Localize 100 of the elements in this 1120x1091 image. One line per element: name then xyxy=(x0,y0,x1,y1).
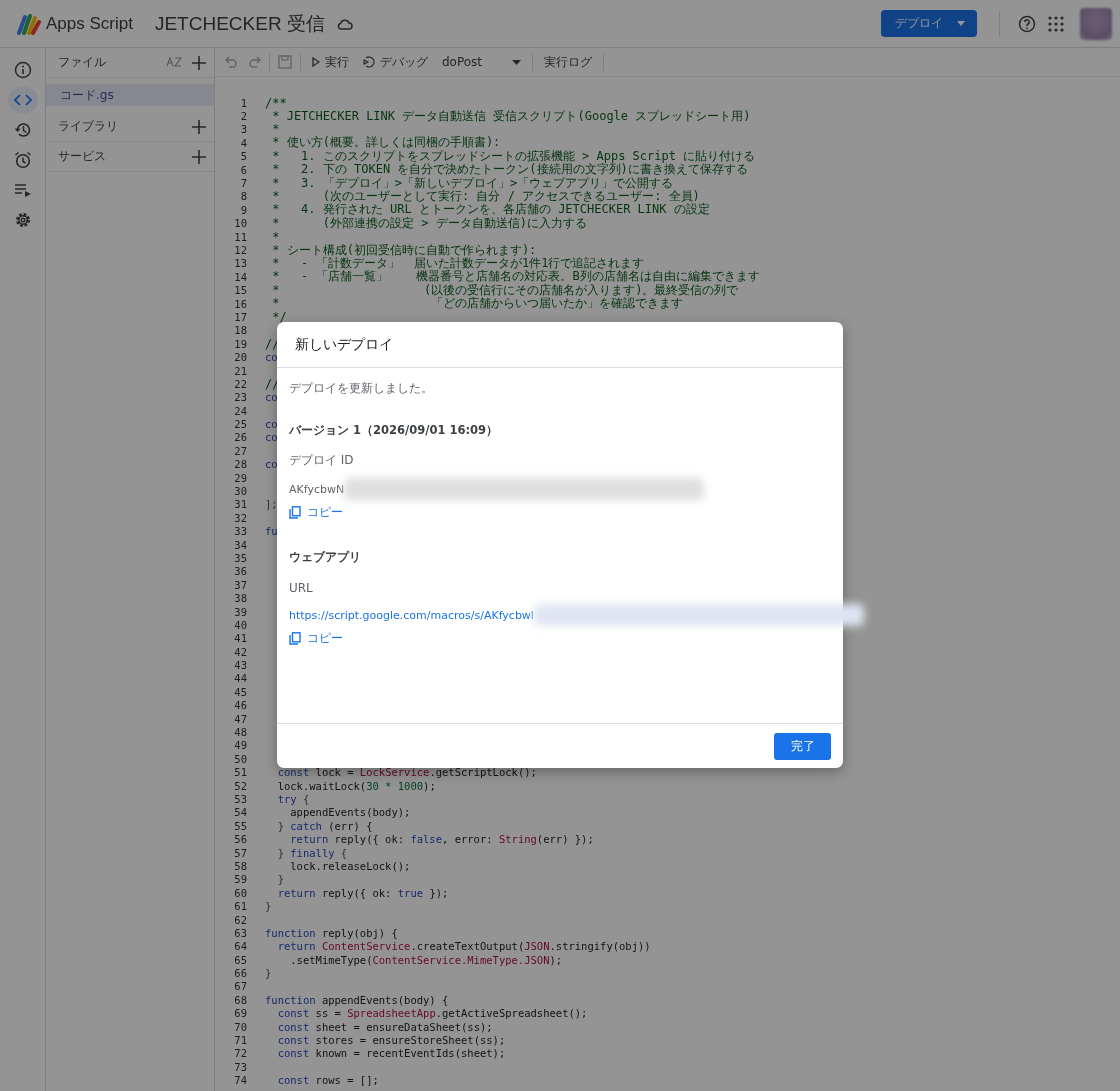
code-line: co xyxy=(265,391,278,404)
code-line: fu xyxy=(265,525,278,538)
code-line: return ContentService.createTextOutput(JSON.stringify(obj)) xyxy=(276,940,651,953)
file-item[interactable]: コード.gs xyxy=(46,84,214,106)
line-number: 35 xyxy=(233,551,247,564)
section-heading: ウェブアプリ xyxy=(289,549,361,566)
line-number: 24 xyxy=(233,404,247,417)
code-line: return reply({ ok: true }); xyxy=(276,886,449,899)
code-line: * (次のユーザーとして実行: 自分 / アクセスできるユーザー: 全員) xyxy=(271,188,700,203)
line-number: 10 xyxy=(233,217,247,230)
line-number: 64 xyxy=(233,940,247,953)
line-number: 56 xyxy=(233,833,247,846)
line-number: 20 xyxy=(233,351,247,364)
code-line: const stores = ensureStoreSheet(ss); xyxy=(276,1034,506,1047)
code-line: * (外部連携の設定 > データ自動送信)に入力する xyxy=(271,215,587,232)
dialog-title: 新しいデプロイ xyxy=(295,335,393,354)
code-line: co xyxy=(265,351,278,364)
status-message: デプロイを更新しました。 xyxy=(289,380,433,397)
help-icon[interactable] xyxy=(1018,14,1036,33)
code-line: * 使い方(概要。詳しくは同梱の手順書): xyxy=(271,134,501,150)
code-line: */ xyxy=(271,309,287,324)
code-line: try { xyxy=(276,793,310,805)
line-number: 74 xyxy=(233,1074,247,1087)
field-label: URL xyxy=(289,581,313,595)
line-number: 1 xyxy=(239,96,247,109)
code-line: appendEvents(body); xyxy=(289,806,411,819)
code-line: * 「どの店舗からいつ届いたか」を確認できます xyxy=(271,295,684,312)
section-heading: ライブラリ xyxy=(58,118,119,135)
sort-icon[interactable] xyxy=(166,55,182,70)
redo-icon[interactable] xyxy=(247,56,261,68)
add-icon[interactable] xyxy=(192,149,206,164)
line-number: 47 xyxy=(233,712,247,725)
code-line: const known = recentEventIds(sheet); xyxy=(276,1047,506,1060)
line-number: 31 xyxy=(233,498,247,511)
add-icon[interactable] xyxy=(192,119,206,134)
line-number: 14 xyxy=(233,270,247,283)
line-number: 48 xyxy=(233,726,247,739)
line-number: 63 xyxy=(233,926,247,939)
code-line: * シート構成(初回受信時に自動で作られます): xyxy=(271,241,537,257)
line-number: 73 xyxy=(233,1060,247,1073)
function-dropdown[interactable]: doPost xyxy=(439,53,525,71)
line-number: 7 xyxy=(239,177,247,190)
line-number: 28 xyxy=(233,458,247,471)
code-line: * JETCHECKER LINK データ自動送信 受信スクリプト(Google スプレッドシート用) xyxy=(272,108,751,124)
line-number: 34 xyxy=(233,538,247,551)
code-line: co xyxy=(265,431,278,444)
code-line: } catch (err) { xyxy=(276,819,373,832)
add-icon[interactable] xyxy=(192,55,206,70)
debug-icon xyxy=(363,56,375,68)
line-number: 8 xyxy=(239,190,247,203)
settings-icon xyxy=(13,211,32,229)
info-icon xyxy=(13,61,32,79)
line-number: 25 xyxy=(233,418,247,431)
version-heading: バージョン 1（2026/09/01 16:09） xyxy=(289,423,499,438)
line-number: 30 xyxy=(233,485,247,497)
url-link[interactable]: https://script.google.com/macros/s/AKfycbwl xyxy=(289,608,534,622)
line-number: 13 xyxy=(233,257,247,270)
copy-button[interactable]: コピー xyxy=(289,504,343,521)
line-number: 57 xyxy=(233,846,247,859)
logo-icon xyxy=(16,12,42,35)
code-line: } xyxy=(276,873,284,886)
line-number: 27 xyxy=(233,444,247,457)
line-number: 12 xyxy=(233,244,247,256)
execution-log-button[interactable]: 実行ログ xyxy=(541,51,596,73)
project-title[interactable]: JETCHECKER 受信 xyxy=(154,10,325,37)
line-number: 2 xyxy=(239,110,247,123)
code-line: lock.releaseLock(); xyxy=(289,859,411,872)
deployment-id: AKfycbwN xyxy=(289,482,345,496)
line-number: 50 xyxy=(233,752,247,765)
code-line: } xyxy=(265,900,272,913)
code-line: * 3. 「デプロイ」>「新しいデプロイ」>「ウェブアプリ」で公開する xyxy=(271,175,674,190)
line-number: 51 xyxy=(233,766,247,779)
apps-grid-icon[interactable] xyxy=(1048,15,1064,32)
undo-icon[interactable] xyxy=(225,56,239,68)
copy-icon xyxy=(289,632,301,645)
done-button[interactable]: 完了 xyxy=(774,732,831,760)
line-number: 36 xyxy=(233,565,247,578)
code-line: const ss = SpreadsheetApp.getActiveSpreadsheet(); xyxy=(276,1007,588,1020)
code-line: /** xyxy=(265,95,287,110)
debug-button[interactable]: デバッグ xyxy=(360,51,431,73)
line-number: 66 xyxy=(233,967,247,980)
copy-button[interactable]: コピー xyxy=(289,630,343,647)
alarm-clock-icon xyxy=(13,151,32,169)
field-label: デプロイ ID xyxy=(289,452,354,469)
line-number: 52 xyxy=(233,779,247,792)
line-number: 17 xyxy=(233,310,247,323)
code-line: function appendEvents(body) { xyxy=(265,993,449,1006)
line-number: 4 xyxy=(239,136,247,149)
app-name: Apps Script xyxy=(46,13,133,34)
files-heading: ファイル xyxy=(58,54,107,71)
nav-item[interactable] xyxy=(7,87,38,113)
code-line: * - 「計数データ」 届いた計数データが1件1行で追記されます xyxy=(271,255,645,271)
line-number: 62 xyxy=(233,913,247,926)
deploy-button[interactable]: デプロイ xyxy=(881,10,977,37)
run-button[interactable]: 実行 xyxy=(309,51,352,73)
line-number: 71 xyxy=(233,1034,247,1047)
code-line: * 4. 発行された URL とトークンを、各店舗の JETCHECKER LINK の設定 xyxy=(271,202,710,217)
line-number: 68 xyxy=(233,993,247,1006)
code-icon xyxy=(13,94,32,106)
avatar[interactable] xyxy=(1080,7,1112,40)
